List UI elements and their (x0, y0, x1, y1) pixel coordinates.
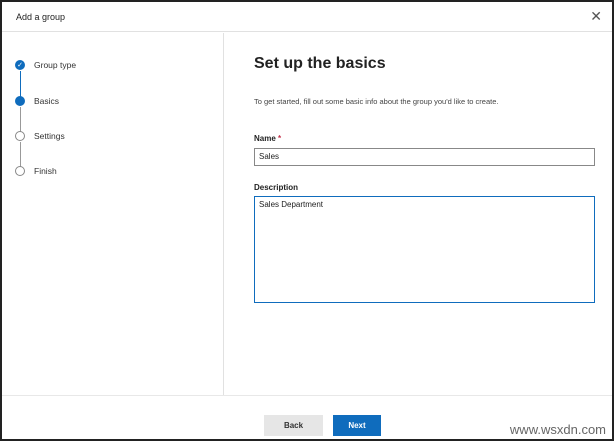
watermark: www.wsxdn.com (509, 422, 606, 437)
intro-text: To get started, fill out some basic info… (254, 97, 499, 106)
step-label: Finish (34, 166, 57, 176)
wizard-steps: ✓ Group type Basics Settings Finish (2, 33, 224, 395)
close-icon[interactable]: ✕ (590, 8, 602, 25)
back-button[interactable]: Back (264, 415, 323, 436)
name-label: Name * (254, 134, 281, 143)
description-textarea[interactable]: Sales Department (254, 196, 595, 303)
step-label: Basics (34, 96, 60, 106)
dialog-footer: Back Next www.wsxdn.com (2, 395, 612, 441)
pending-step-icon (15, 131, 25, 141)
description-label: Description (254, 183, 299, 192)
dialog-title: Add a group (16, 12, 66, 22)
dialog-header: Add a group ✕ (2, 2, 612, 32)
page-title: Set up the basics (254, 55, 386, 72)
step-settings[interactable]: Settings (15, 129, 65, 143)
step-label: Settings (34, 131, 65, 141)
required-mark: * (278, 134, 282, 143)
current-step-icon (15, 96, 25, 106)
step-label: Group type (34, 60, 77, 70)
pending-step-icon (15, 166, 25, 176)
next-button[interactable]: Next (333, 415, 381, 436)
name-input[interactable]: Sales (254, 148, 595, 166)
name-label-text: Name (254, 134, 276, 143)
check-icon: ✓ (15, 60, 25, 70)
step-group-type[interactable]: ✓ Group type (15, 58, 76, 72)
step-finish[interactable]: Finish (15, 164, 57, 178)
step-basics[interactable]: Basics (15, 94, 59, 108)
